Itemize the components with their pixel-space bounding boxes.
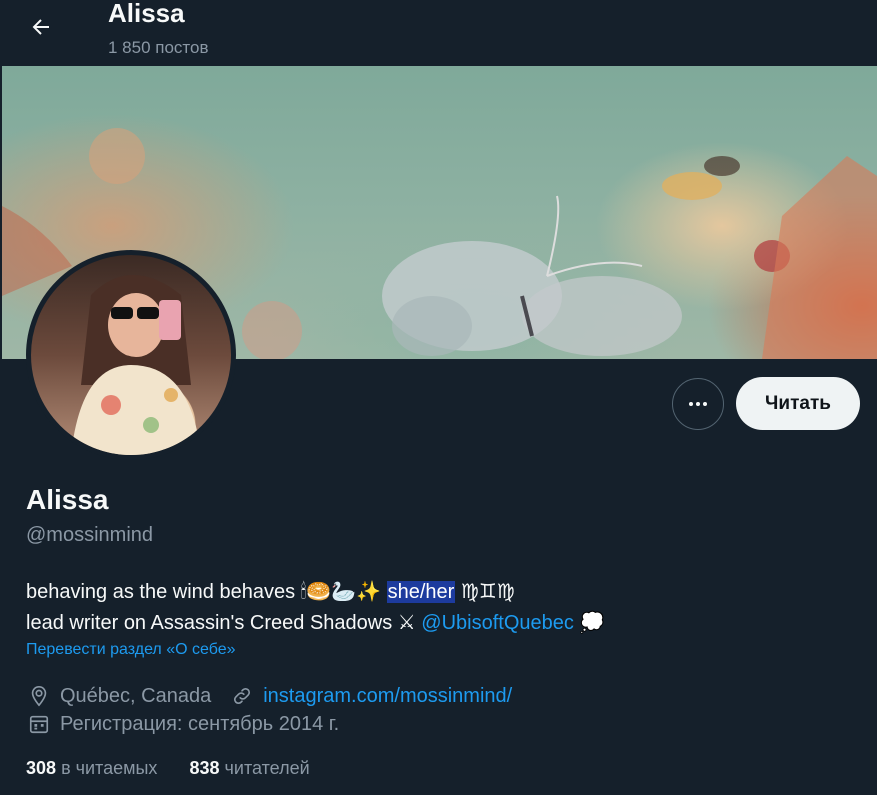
following-stat[interactable]: 308 в читаемых <box>26 758 162 778</box>
avatar-photo <box>71 275 201 455</box>
translate-bio-link[interactable]: Перевести раздел «О себе» <box>26 641 236 659</box>
bio-emojis: 🕯🥯🦢✨ <box>300 579 382 603</box>
top-bar: Alissa 1 850 постов <box>0 0 877 66</box>
bio-pronouns-selected: she/her <box>386 581 456 603</box>
thought-bubble-emoji: 💭 <box>579 610 605 634</box>
profile-joined-row: Регистрация: сентябрь 2014 г. <box>26 710 339 738</box>
follow-button[interactable]: Читать <box>736 377 860 430</box>
bio-text: behaving as the wind behaves <box>26 581 296 603</box>
profile-meta-row: Québec, Canada instagram.com/mossinmind/ <box>26 682 512 710</box>
profile-location: Québec, Canada <box>60 684 212 707</box>
bio-line-2: lead writer on Assassin's Creed Shadows … <box>26 607 604 638</box>
profile-bio: behaving as the wind behaves 🕯🥯🦢✨ she/he… <box>26 576 604 638</box>
profile-website-link[interactable]: instagram.com/mossinmind/ <box>263 685 512 708</box>
followers-stat[interactable]: 838 читателей <box>189 758 309 778</box>
followers-count: 838 <box>189 758 220 778</box>
back-button[interactable] <box>22 8 60 46</box>
profile-joined-date: Регистрация: сентябрь 2014 г. <box>60 712 340 735</box>
calendar-icon <box>26 711 52 737</box>
profile-name: Alissa <box>26 484 109 515</box>
bio-text-2: lead writer on Assassin's Creed Shadows <box>26 612 393 634</box>
header-name: Alissa <box>108 0 185 28</box>
bio-zodiac-signs: ♍♊♍ <box>460 579 515 603</box>
following-count: 308 <box>26 758 57 778</box>
profile-avatar[interactable] <box>26 250 236 460</box>
more-options-button[interactable] <box>672 378 724 430</box>
profile-stats: 308 в читаемых 838 читателей <box>26 758 310 779</box>
bio-line-1: behaving as the wind behaves 🕯🥯🦢✨ she/he… <box>26 576 604 607</box>
arrow-left-icon <box>32 19 49 35</box>
more-horizontal-icon <box>689 402 707 406</box>
bio-mention-link[interactable]: @UbisoftQuebec <box>421 612 574 634</box>
header-posts-count: 1 850 постов <box>108 38 209 57</box>
crossed-swords-emoji: ⚔ <box>397 610 416 634</box>
following-label: в читаемых <box>61 758 158 778</box>
followers-label: читателей <box>224 758 310 778</box>
profile-handle: @mossinmind <box>26 524 154 546</box>
link-icon <box>229 683 255 709</box>
location-pin-icon <box>26 683 52 709</box>
